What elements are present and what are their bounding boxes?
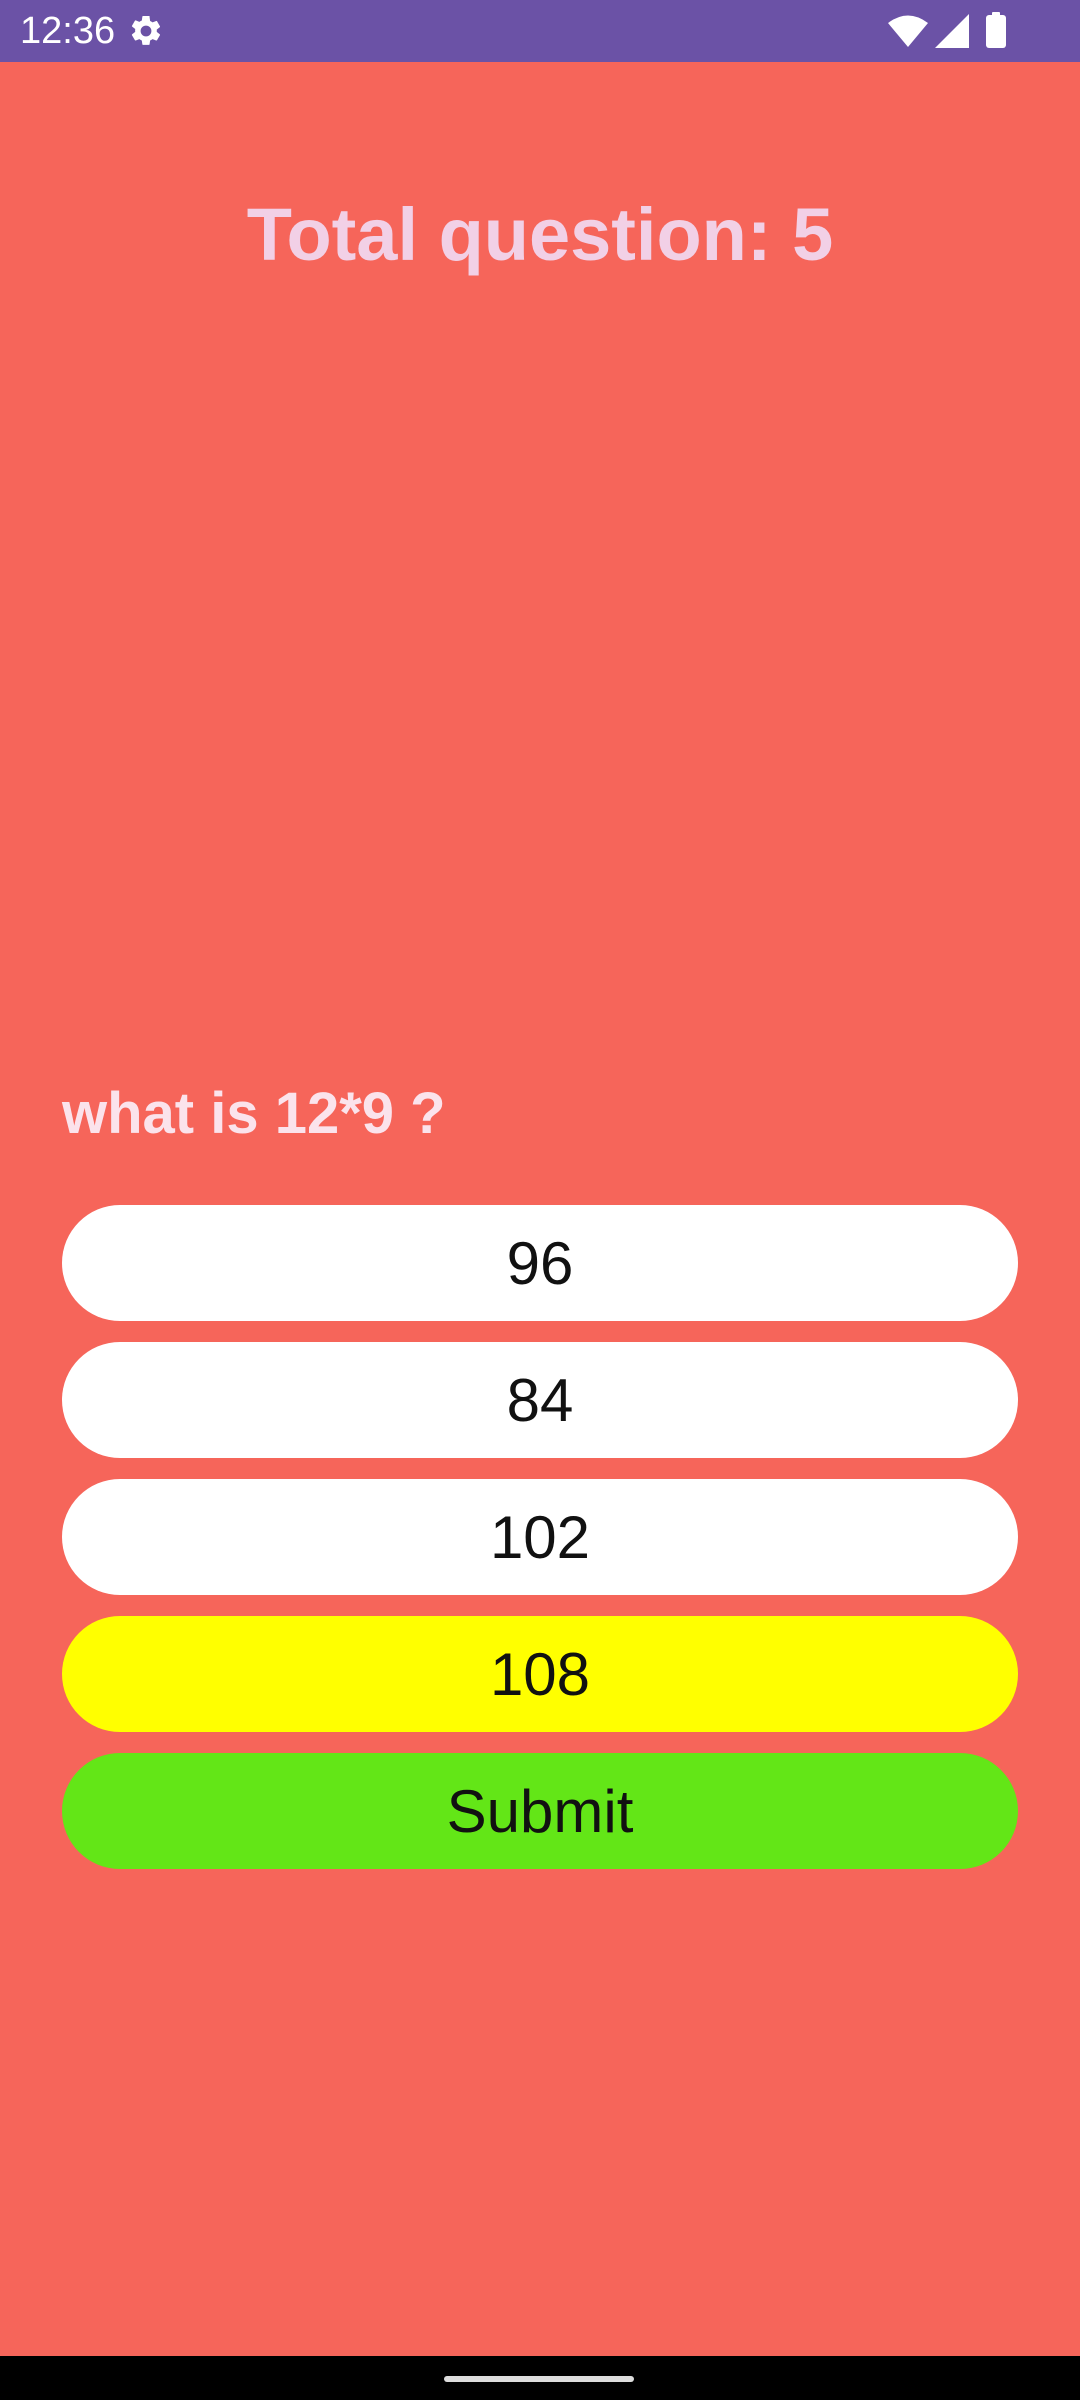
option-button-3[interactable]: 102 [62,1479,1018,1595]
gear-icon [131,15,161,45]
status-time: 12:36 [20,10,116,52]
option-button-2[interactable]: 84 [62,1342,1018,1458]
submit-button[interactable]: Submit [62,1753,1018,1869]
total-question-title: Total question: 5 [246,193,834,276]
signal-icon [935,14,969,48]
navigation-bar [0,2356,1080,2400]
wifi-icon [888,15,928,47]
option-button-1[interactable]: 96 [62,1205,1018,1321]
battery-icon [986,12,1006,48]
question-text: what is 12*9 ? [62,1081,446,1146]
home-gesture-handle[interactable] [444,2376,634,2382]
status-bar: 12:36 [0,0,1080,62]
quiz-screen: 12:36 Total question: 5 what is 12*9 ? 9… [0,0,1080,2400]
option-button-4-selected[interactable]: 108 [62,1616,1018,1732]
